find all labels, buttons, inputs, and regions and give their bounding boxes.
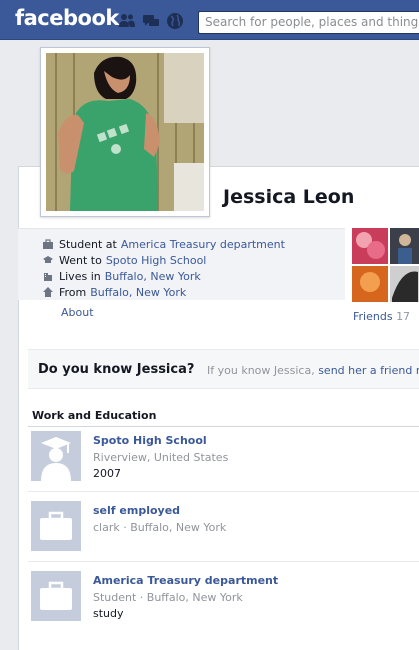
work-item-subtitle: clark · Buffalo, New York — [93, 521, 227, 534]
building-icon — [44, 273, 52, 281]
info-prefix: Student at — [59, 237, 117, 251]
home-icon — [43, 287, 53, 297]
info-row-current-city: Lives in Buffalo, New York — [43, 268, 201, 284]
do-you-know-bar: Do you know Jessica? If you know Jessica… — [28, 349, 419, 389]
do-you-know-subtext: If you know Jessica, send her a friend r… — [207, 364, 419, 377]
notification-jewels — [118, 12, 184, 30]
friend-requests-icon[interactable] — [118, 12, 136, 30]
briefcase-icon[interactable] — [31, 501, 81, 551]
messages-icon[interactable] — [142, 12, 160, 30]
facebook-logo[interactable]: facebook — [15, 6, 119, 30]
work-item-subtitle: Student · Buffalo, New York — [93, 591, 243, 604]
search-input[interactable]: Search for people, places and things — [198, 11, 419, 34]
info-prefix: Went to — [59, 253, 102, 267]
notifications-globe-icon[interactable] — [166, 12, 184, 30]
info-link-hometown[interactable]: Buffalo, New York — [90, 286, 186, 299]
friends-count: 17 — [396, 310, 411, 323]
work-item: Spoto High School Riverview, United Stat… — [28, 427, 419, 493]
work-item-extra: 2007 — [93, 467, 121, 480]
info-prefix: From — [59, 285, 87, 299]
graduation-icon — [43, 256, 53, 263]
send-friend-request-link[interactable]: send her a friend request — [318, 364, 419, 377]
briefcase-icon[interactable] — [31, 571, 81, 621]
friends-label-text: Friends — [353, 310, 393, 323]
item-divider — [28, 491, 419, 492]
friends-thumbnails[interactable] — [352, 228, 419, 302]
work-item-extra: study — [93, 607, 124, 620]
profile-picture[interactable] — [40, 47, 210, 217]
info-row-education: Went to Spoto High School — [43, 252, 206, 268]
work-item-title[interactable]: self employed — [93, 504, 180, 517]
profile-photo-image — [46, 53, 204, 211]
info-prefix: Lives in — [59, 269, 101, 283]
info-link-school[interactable]: Spoto High School — [106, 254, 207, 267]
work-item: America Treasury department Student · Bu… — [28, 567, 419, 633]
briefcase-icon — [43, 239, 53, 249]
work-item: self employed clark · Buffalo, New York — [28, 497, 419, 563]
work-item-title[interactable]: Spoto High School — [93, 434, 207, 447]
work-item-title[interactable]: America Treasury department — [93, 574, 278, 587]
item-divider — [28, 561, 419, 562]
do-you-know-subtext-prefix: If you know Jessica, — [207, 364, 315, 377]
info-link-current-city[interactable]: Buffalo, New York — [105, 270, 201, 283]
do-you-know-title: Do you know Jessica? — [38, 362, 195, 377]
info-link-workplace[interactable]: America Treasury department — [121, 238, 285, 251]
work-item-subtitle: Riverview, United States — [93, 451, 229, 464]
work-education-title: Work and Education — [32, 409, 157, 422]
info-row-hometown: From Buffalo, New York — [43, 284, 186, 300]
intro-info-box: Student at America Treasury department W… — [18, 228, 345, 300]
school-icon[interactable] — [31, 431, 81, 481]
info-row-work: Student at America Treasury department — [43, 236, 285, 252]
profile-name: Jessica Leon — [223, 186, 355, 208]
friends-link[interactable]: Friends 17 — [353, 310, 410, 323]
top-navigation-bar: facebook Search for people, places and t… — [0, 0, 419, 40]
about-link[interactable]: About — [61, 306, 94, 319]
